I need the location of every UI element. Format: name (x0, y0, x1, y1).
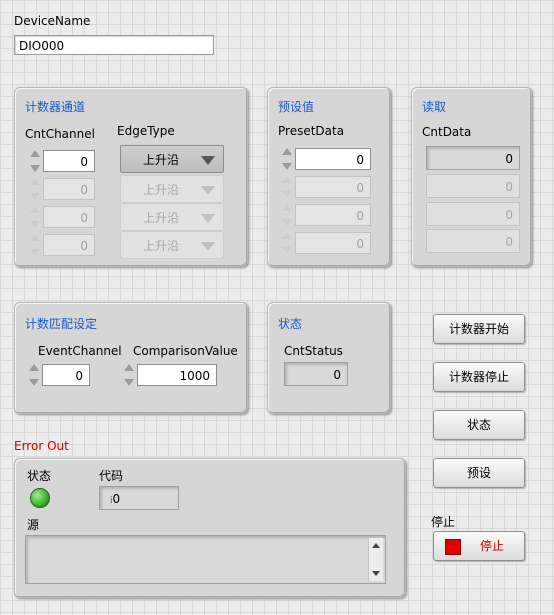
event-channel-value[interactable]: 0 (42, 364, 90, 386)
edge-type-label: EdgeType (117, 124, 175, 138)
increment-decrement-icon (281, 176, 293, 198)
edge-type-dropdown-1[interactable]: 上升沿 (120, 145, 224, 173)
dropdown-arrow-icon (201, 186, 215, 195)
cnt-data-indicator-3: 0 (426, 202, 520, 226)
cnt-channel-value: 0 (43, 234, 95, 256)
match-settings-title: 计数匹配设定 (25, 317, 98, 331)
preset-data-control-4: 0 (281, 232, 371, 254)
increment-decrement-icon (281, 204, 293, 226)
edge-type-value: 上升沿 (143, 239, 180, 253)
error-code-label: 代码 (99, 469, 124, 483)
cnt-channel-control-3: 0 (29, 206, 95, 228)
event-channel-label: EventChannel (38, 344, 122, 358)
stop-button[interactable]: 停止 (433, 531, 525, 561)
cnt-data-indicator-2: 0 (426, 174, 520, 198)
counter-stop-button[interactable]: 计数器停止 (433, 362, 525, 392)
preset-data-control-2: 0 (281, 176, 371, 198)
counter-start-button[interactable]: 计数器开始 (433, 314, 525, 344)
increment-decrement-icon (29, 206, 41, 228)
cnt-channel-value: 0 (43, 206, 95, 228)
error-source-label: 源 (27, 518, 40, 532)
cnt-data-label: CntData (422, 125, 472, 139)
cnt-status-indicator: 0 (284, 362, 348, 386)
comparison-value-value[interactable]: 1000 (137, 364, 217, 386)
dropdown-arrow-icon (201, 156, 215, 165)
increment-decrement-icon (29, 178, 41, 200)
error-code-value: 0 (112, 492, 121, 506)
event-channel-control[interactable]: 0 (28, 364, 90, 386)
increment-decrement-icon[interactable] (123, 364, 135, 386)
counter-channel-title: 计数器通道 (25, 100, 86, 114)
increment-decrement-icon (281, 232, 293, 254)
comparison-value-control[interactable]: 1000 (123, 364, 217, 386)
error-status-led-icon (30, 488, 50, 508)
increment-decrement-icon[interactable] (281, 148, 293, 170)
preset-data-value: 0 (295, 176, 371, 198)
scroll-up-icon[interactable] (372, 543, 380, 548)
cnt-channel-control-4: 0 (29, 234, 95, 256)
edge-type-dropdown-4: 上升沿 (120, 231, 224, 259)
stop-label: 停止 (431, 515, 456, 529)
cnt-data-indicator-1: 0 (426, 146, 520, 170)
preset-data-control-3: 0 (281, 204, 371, 226)
edge-type-value: 上升沿 (143, 211, 180, 225)
dropdown-arrow-icon (201, 242, 215, 251)
preset-data-control-1[interactable]: 0 (281, 148, 371, 170)
increment-decrement-icon[interactable] (28, 364, 40, 386)
scrollbar[interactable] (368, 538, 383, 581)
cnt-channel-control-2: 0 (29, 178, 95, 200)
status-button[interactable]: 状态 (433, 410, 525, 440)
cnt-channel-label: CntChannel (25, 127, 95, 141)
increment-decrement-icon[interactable] (29, 150, 41, 172)
dropdown-arrow-icon (201, 214, 215, 223)
comparison-value-label: ComparisonValue (133, 344, 238, 358)
preset-panel-title: 预设值 (278, 100, 315, 114)
error-out-title: Error Out (14, 439, 69, 453)
device-name-label: DeviceName (14, 14, 91, 28)
edge-type-dropdown-2: 上升沿 (120, 175, 224, 203)
preset-data-value[interactable]: 0 (295, 148, 371, 170)
status-panel-title: 状态 (278, 317, 303, 331)
cnt-channel-value: 0 (43, 178, 95, 200)
cnt-status-label: CntStatus (284, 344, 343, 358)
edge-type-value: 上升沿 (143, 183, 180, 197)
preset-data-value: 0 (295, 232, 371, 254)
cnt-channel-control-1[interactable]: 0 (29, 150, 95, 172)
scroll-down-icon[interactable] (372, 571, 380, 576)
edge-type-value: 上升沿 (143, 153, 180, 167)
cnt-channel-value[interactable]: 0 (43, 150, 95, 172)
error-status-label: 状态 (27, 469, 52, 483)
preset-button[interactable]: 预设 (433, 458, 525, 488)
stop-led-icon (445, 539, 461, 555)
preset-data-label: PresetData (278, 124, 345, 138)
preset-data-value: 0 (295, 204, 371, 226)
stop-button-label: 停止 (480, 539, 505, 553)
increment-decrement-icon (29, 234, 41, 256)
error-source-textbox (25, 535, 386, 584)
read-panel-title: 读取 (422, 100, 447, 114)
edge-type-dropdown-3: 上升沿 (120, 203, 224, 231)
cnt-data-indicator-4: 0 (426, 229, 520, 253)
error-code-indicator: i0 (99, 486, 179, 510)
device-name-input[interactable]: DIO000 (14, 35, 214, 55)
